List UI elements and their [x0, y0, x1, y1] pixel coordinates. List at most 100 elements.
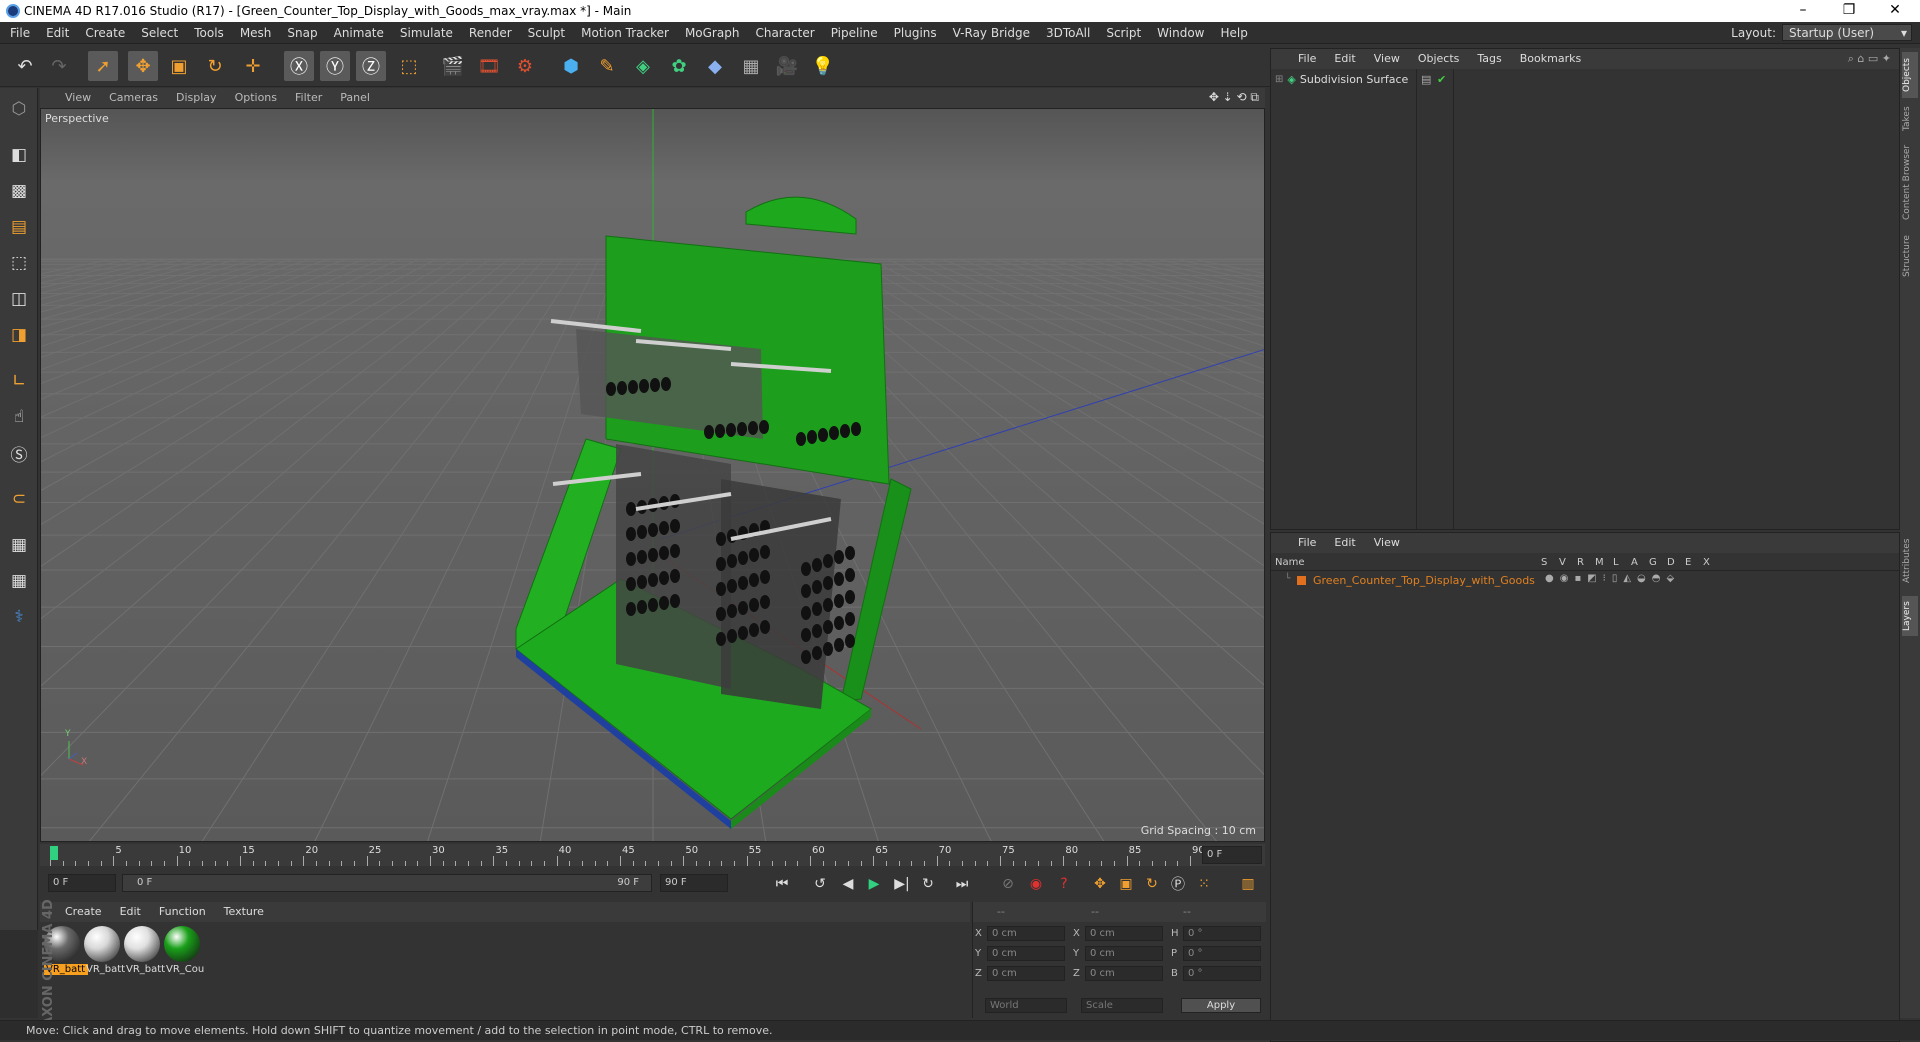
menu-animate[interactable]: Animate	[326, 22, 392, 44]
coord-transform-dropdown[interactable]: Scale	[1081, 998, 1163, 1013]
coord-field[interactable]: 0 °	[1183, 966, 1261, 981]
viewport-nav-icons[interactable]: ✥ ⇣ ⟲ ⧉	[1209, 90, 1259, 105]
layer-toggle-icons[interactable]: ●◉▪◩⁝▯◭◒◓⬙	[1545, 573, 1680, 584]
axis-mode-icon[interactable]: ∟	[4, 366, 34, 396]
menu-file[interactable]: File	[2, 22, 38, 44]
viewport-menu-display[interactable]: Display	[167, 88, 226, 108]
make-editable-icon[interactable]: ⬡	[4, 94, 34, 124]
object-menu-tags[interactable]: Tags	[1468, 49, 1510, 69]
edges-mode-icon[interactable]: ◫	[4, 284, 34, 314]
viewport-menu-panel[interactable]: Panel	[331, 88, 379, 108]
layer-menu-file[interactable]: File	[1289, 533, 1325, 553]
tab-layers[interactable]: Layers	[1902, 596, 1918, 636]
y-axis-lock-icon[interactable]: Ⓨ	[320, 51, 350, 81]
menu-script[interactable]: Script	[1098, 22, 1149, 44]
move-tool-icon[interactable]: ✥	[128, 51, 158, 81]
coord-field[interactable]: 0 cm	[1085, 966, 1163, 981]
camera-icon[interactable]: 🎥	[772, 51, 802, 81]
rotate-tool-icon[interactable]: ↻	[200, 51, 230, 81]
object-menu-view[interactable]: View	[1365, 49, 1409, 69]
material-swatch[interactable]: VR_batt	[84, 926, 128, 975]
menu-window[interactable]: Window	[1149, 22, 1212, 44]
key-position-icon[interactable]: ✥	[1088, 873, 1112, 895]
model-mode-icon[interactable]: ◧	[4, 140, 34, 170]
menu-sculpt[interactable]: Sculpt	[520, 22, 573, 44]
frame-range-slider[interactable]: 0 F 90 F	[122, 874, 652, 892]
end-frame-field[interactable]: 90 F	[660, 874, 728, 892]
tab-content-browser[interactable]: Content Browser	[1902, 140, 1918, 224]
workplane-mode-icon[interactable]: ▤	[4, 212, 34, 242]
menu-simulate[interactable]: Simulate	[392, 22, 461, 44]
prev-frame-icon[interactable]: ◀	[836, 873, 860, 895]
close-button[interactable]: ✕	[1872, 0, 1918, 22]
material-swatch[interactable]: VR_Cou	[164, 926, 208, 975]
subdivision-surface-icon[interactable]: ◈	[628, 51, 658, 81]
key-param-icon[interactable]: Ⓟ	[1166, 873, 1190, 895]
coord-field[interactable]: 0 °	[1183, 946, 1261, 961]
render-settings-icon[interactable]: ⚙	[510, 51, 540, 81]
tab-attributes[interactable]: Attributes	[1902, 532, 1918, 590]
goto-start-icon[interactable]: ⏮	[770, 873, 794, 895]
light-icon[interactable]: 💡	[808, 51, 838, 81]
object-menu-file[interactable]: File	[1289, 49, 1325, 69]
enabled-check-icon[interactable]: ✔	[1437, 73, 1446, 86]
cube-object-icon[interactable]: ⬢	[556, 51, 586, 81]
tab-takes[interactable]: Takes	[1902, 104, 1918, 134]
motion-record-icon[interactable]: ⊘	[996, 873, 1020, 895]
coord-field[interactable]: 0 cm	[987, 966, 1065, 981]
menu-tools[interactable]: Tools	[186, 22, 232, 44]
coordinate-system-icon[interactable]: ⬚	[394, 51, 424, 81]
pen-spline-icon[interactable]: ✎	[592, 51, 622, 81]
menu-motion-tracker[interactable]: Motion Tracker	[573, 22, 677, 44]
apply-button[interactable]: Apply	[1181, 998, 1261, 1013]
menu-v-ray-bridge[interactable]: V-Ray Bridge	[945, 22, 1038, 44]
floor-icon[interactable]: ▦	[736, 51, 766, 81]
timeline-ruler[interactable]: 051015202530354045505560657075808590 0 F	[40, 844, 1265, 866]
menu-mesh[interactable]: Mesh	[232, 22, 280, 44]
points-mode-icon[interactable]: ⬚	[4, 248, 34, 278]
key-pla-icon[interactable]: ⁙	[1192, 873, 1216, 895]
material-menu-texture[interactable]: Texture	[215, 902, 273, 922]
viewport-perspective[interactable]: Perspective Y X Grid Spacing : 10 cm	[40, 108, 1265, 842]
deformer-icon[interactable]: ◆	[700, 51, 730, 81]
workplane-lock-icon[interactable]: ▦	[4, 530, 34, 560]
layer-menu-view[interactable]: View	[1365, 533, 1409, 553]
menu-mograph[interactable]: MoGraph	[677, 22, 748, 44]
coord-field[interactable]: 0 cm	[987, 946, 1065, 961]
x-axis-lock-icon[interactable]: Ⓧ	[284, 51, 314, 81]
material-menu-create[interactable]: Create	[56, 902, 111, 922]
next-key-icon[interactable]: ↻	[916, 873, 940, 895]
next-frame-icon[interactable]: ▶|	[890, 873, 914, 895]
python-icon[interactable]: ⚕	[4, 602, 34, 632]
object-row-subdivision[interactable]: ⊞ ◈ Subdivision Surface ▤ ✔	[1275, 71, 1875, 87]
render-view-icon[interactable]: 🎬	[438, 51, 468, 81]
redo-icon[interactable]: ↷	[44, 51, 74, 81]
coord-field[interactable]: 0 cm	[1085, 926, 1163, 941]
maximize-button[interactable]: ❐	[1826, 0, 1872, 22]
playhead[interactable]	[50, 846, 58, 860]
object-manager-tools-icons[interactable]: ⌕ ⌂ ▭ ✦	[1848, 52, 1891, 66]
visibility-toggle-icon[interactable]: ▤	[1421, 73, 1431, 86]
texture-mode-icon[interactable]: ▩	[4, 176, 34, 206]
menu-pipeline[interactable]: Pipeline	[823, 22, 886, 44]
z-axis-lock-icon[interactable]: Ⓩ	[356, 51, 386, 81]
undo-icon[interactable]: ↶	[10, 51, 40, 81]
coord-field[interactable]: 0 °	[1183, 926, 1261, 941]
cloner-icon[interactable]: ✿	[664, 51, 694, 81]
snap-icon[interactable]: ⊂	[4, 484, 34, 514]
menu-snap[interactable]: Snap	[279, 22, 325, 44]
minimize-button[interactable]: –	[1780, 0, 1826, 22]
viewport-menu-filter[interactable]: Filter	[286, 88, 331, 108]
record-keys-icon[interactable]: ◉	[1024, 873, 1048, 895]
object-menu-objects[interactable]: Objects	[1409, 49, 1469, 69]
material-menu-edit[interactable]: Edit	[111, 902, 150, 922]
tab-objects[interactable]: Objects	[1902, 52, 1918, 98]
tweak-mode-icon[interactable]: ☝	[4, 402, 34, 432]
prev-key-icon[interactable]: ↺	[808, 873, 832, 895]
material-menu-function[interactable]: Function	[150, 902, 215, 922]
menu-edit[interactable]: Edit	[38, 22, 77, 44]
menu-create[interactable]: Create	[77, 22, 133, 44]
live-selection-icon[interactable]: ➚	[88, 51, 118, 81]
recent-tool-icon[interactable]: ✛	[238, 51, 268, 81]
coord-field[interactable]: 0 cm	[987, 926, 1065, 941]
